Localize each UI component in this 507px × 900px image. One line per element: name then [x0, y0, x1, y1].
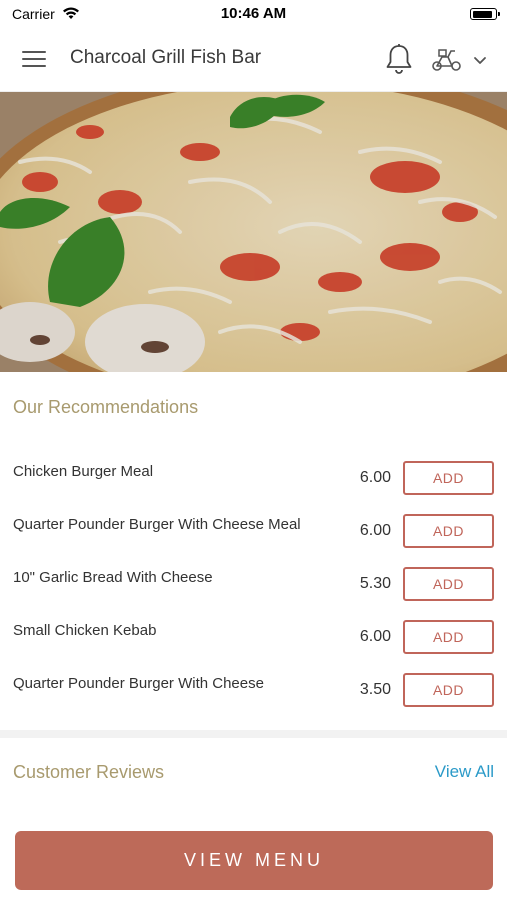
list-item: 10" Garlic Bread With Cheese 5.30 ADD	[0, 563, 507, 616]
view-menu-button[interactable]: VIEW MENU	[15, 831, 493, 890]
bell-icon[interactable]	[384, 42, 414, 76]
battery-icon	[470, 8, 500, 20]
item-price: 5.30	[359, 575, 391, 592]
item-price: 3.50	[359, 681, 391, 698]
list-item: Quarter Pounder Burger With Cheese Meal …	[0, 510, 507, 563]
item-price: 6.00	[359, 522, 391, 539]
page-title: Charcoal Grill Fish Bar	[70, 47, 262, 68]
add-button[interactable]: ADD	[403, 673, 494, 707]
pizza-banner-image	[0, 92, 507, 372]
item-name: Quarter Pounder Burger With Cheese	[13, 675, 264, 692]
status-time: 10:46 AM	[220, 5, 287, 22]
battery-level	[472, 10, 492, 18]
recommendations-list: Chicken Burger Meal 6.00 ADD Quarter Pou…	[0, 457, 507, 722]
section-divider	[0, 730, 507, 738]
add-button[interactable]: ADD	[403, 620, 494, 654]
add-button[interactable]: ADD	[403, 514, 494, 548]
item-name: Chicken Burger Meal	[13, 463, 154, 480]
item-name: 10" Garlic Bread With Cheese	[13, 569, 213, 586]
item-price: 6.00	[359, 628, 391, 645]
status-bar: Carrier 10:46 AM	[0, 0, 507, 28]
recommendations-title: Our Recommendations	[13, 397, 199, 417]
add-button[interactable]: ADD	[403, 567, 494, 601]
chevron-down-icon[interactable]	[472, 52, 488, 68]
list-item: Small Chicken Kebab 6.00 ADD	[0, 616, 507, 669]
item-price: 6.00	[359, 469, 391, 486]
item-name: Quarter Pounder Burger With Cheese Meal	[13, 516, 301, 533]
app-header: Charcoal Grill Fish Bar	[0, 28, 507, 92]
delivery-scooter-icon[interactable]	[430, 46, 464, 74]
list-item: Chicken Burger Meal 6.00 ADD	[0, 457, 507, 510]
reviews-title: Customer Reviews	[13, 762, 165, 782]
list-item: Quarter Pounder Burger With Cheese 3.50 …	[0, 669, 507, 722]
view-all-link[interactable]: View All	[435, 762, 494, 782]
add-button[interactable]: ADD	[403, 461, 494, 495]
item-name: Small Chicken Kebab	[13, 622, 157, 639]
menu-icon[interactable]	[22, 49, 48, 69]
